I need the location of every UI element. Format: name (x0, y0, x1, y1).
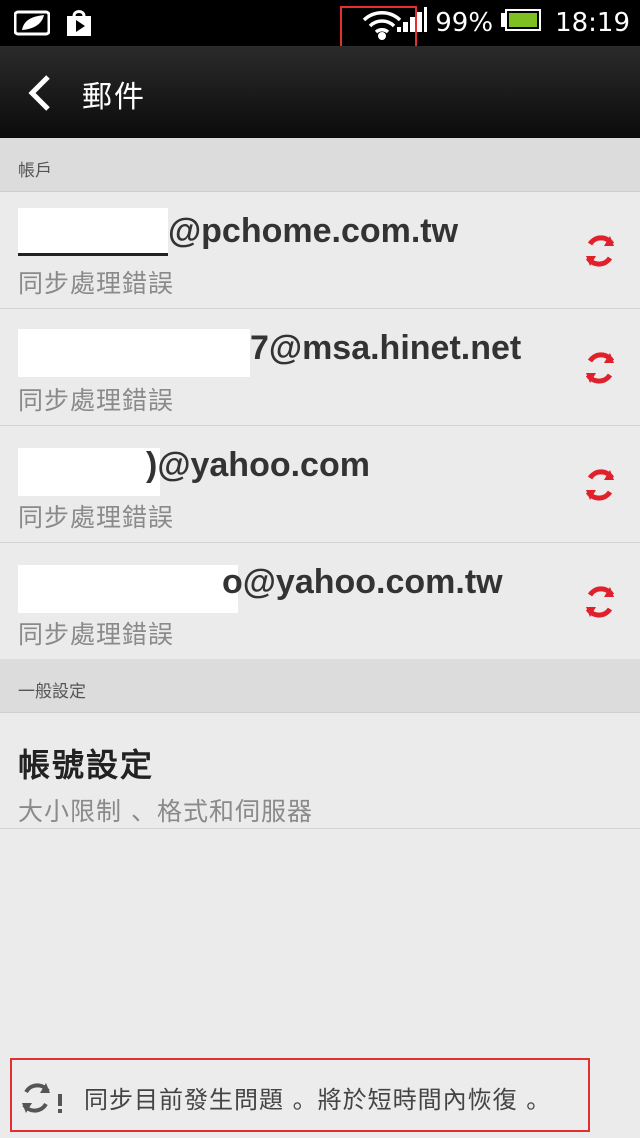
account-email: o@yahoo.com.tw (222, 563, 503, 601)
account-row[interactable]: )@yahoo.com 同步處理錯誤 (0, 426, 640, 543)
accounts-section-header: 帳戶 (0, 138, 640, 192)
account-row[interactable]: 7@msa.hinet.net 同步處理錯誤 (0, 309, 640, 426)
sync-icon[interactable] (582, 466, 618, 508)
account-status: 同步處理錯誤 (18, 620, 175, 649)
redacted-name (18, 448, 160, 496)
account-status: 同步處理錯誤 (18, 386, 175, 415)
battery-icon (501, 8, 542, 38)
general-section-header: 一般設定 (0, 659, 640, 713)
account-email: @pchome.com.tw (168, 212, 459, 250)
action-bar: 郵件 (0, 46, 640, 138)
sync-warning-icon (20, 1080, 70, 1120)
status-bar: 99% 18:19 (0, 0, 640, 48)
account-email: 7@msa.hinet.net (250, 329, 522, 367)
account-status: 同步處理錯誤 (18, 503, 175, 532)
page-title: 郵件 (82, 80, 146, 115)
account-settings-row[interactable]: 帳號設定 大小限制 、格式和伺服器 (0, 712, 640, 829)
settings-title: 帳號設定 (18, 746, 155, 784)
account-email: )@yahoo.com (146, 446, 370, 484)
clock: 18:19 (555, 8, 630, 38)
sync-icon[interactable] (582, 583, 618, 625)
battery-percent: 99% (435, 8, 494, 38)
wifi-icon (362, 8, 402, 44)
account-status: 同步處理錯誤 (18, 269, 175, 298)
redacted-name (18, 329, 250, 377)
redacted-name (18, 208, 168, 256)
account-row[interactable]: @pchome.com.tw 同步處理錯誤 (0, 192, 640, 309)
signal-icon (397, 6, 428, 40)
sync-icon[interactable] (582, 349, 618, 391)
leaf-icon (13, 10, 51, 40)
redacted-name (18, 565, 238, 613)
account-row[interactable]: o@yahoo.com.tw 同步處理錯誤 (0, 543, 640, 660)
back-icon[interactable] (26, 74, 52, 116)
sync-problem-notice: 同步目前發生問題 。將於短時間內恢復 。 (10, 1058, 590, 1132)
play-store-icon (64, 8, 94, 42)
notice-text: 同步目前發生問題 。將於短時間內恢復 。 (84, 1086, 552, 1114)
settings-subtitle: 大小限制 、格式和伺服器 (18, 797, 313, 826)
sync-icon[interactable] (582, 232, 618, 274)
